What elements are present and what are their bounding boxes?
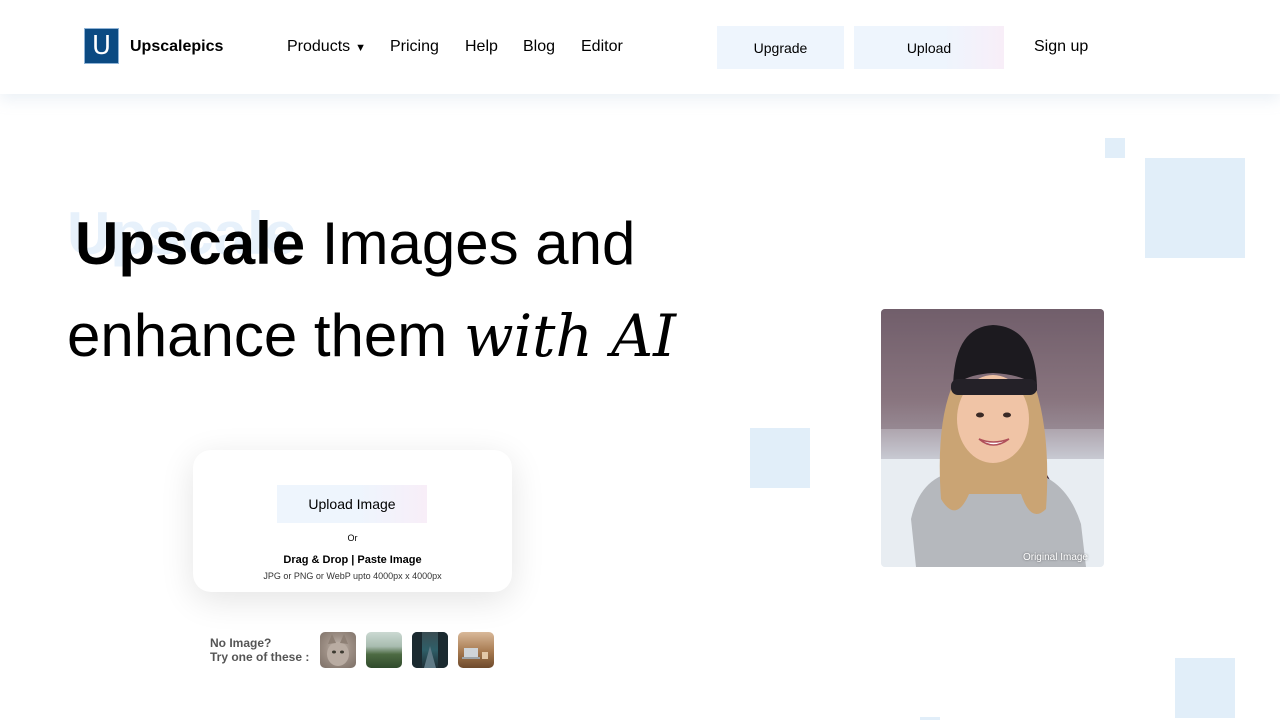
- hero-heading-line2: enhance them with AI: [67, 306, 676, 366]
- decor-square-large: [1145, 158, 1245, 258]
- original-image-caption: Original Image: [1022, 552, 1088, 563]
- nav-pricing[interactable]: Pricing: [390, 38, 439, 56]
- hero-script-text: with AI: [463, 302, 677, 370]
- nav-editor[interactable]: Editor: [581, 38, 623, 56]
- sample-thumb-street[interactable]: [412, 632, 448, 668]
- top-header: U Upscalepics Products ▼ Pricing Help Blo…: [0, 0, 1280, 94]
- nav-blog[interactable]: Blog: [523, 38, 555, 56]
- sample-thumb-cat[interactable]: [320, 632, 356, 668]
- decor-square-bottom: [1175, 658, 1235, 718]
- upload-button[interactable]: Upload: [854, 26, 1004, 69]
- upload-image-button[interactable]: Upload Image: [277, 485, 427, 523]
- hero-bold-word: Upscale Upscale: [67, 200, 306, 277]
- portrait-photo-icon: [881, 309, 1104, 567]
- street-thumbnail-icon: [412, 632, 448, 668]
- logo-letter: U: [91, 31, 112, 61]
- logo-icon[interactable]: U: [84, 28, 119, 64]
- hero-heading-line1: Upscale Upscale Images and: [67, 204, 635, 274]
- sample-label-line2: Try one of these :: [210, 650, 310, 664]
- decor-square-small: [1105, 138, 1125, 158]
- drag-drop-label: Drag & Drop | Paste Image: [283, 554, 422, 566]
- cat-thumbnail-icon: [327, 634, 349, 666]
- upload-card[interactable]: Upload Image Or Drag & Drop | Paste Imag…: [193, 450, 512, 592]
- sample-thumb-laptop[interactable]: [458, 632, 494, 668]
- decor-square-mid: [750, 428, 810, 488]
- nav-products[interactable]: Products ▼: [287, 38, 366, 56]
- file-format-hint: JPG or PNG or WebP upto 4000px x 4000px: [263, 571, 442, 581]
- laptop-thumbnail-icon: [462, 648, 488, 659]
- brand-name[interactable]: Upscalepics: [130, 38, 223, 56]
- upgrade-button[interactable]: Upgrade: [717, 26, 844, 69]
- sample-label-line1: No Image?: [210, 636, 272, 650]
- sample-images-label: No Image? Try one of these :: [210, 636, 309, 664]
- chevron-down-icon: ▼: [355, 42, 367, 54]
- original-image-preview: Original Image: [881, 309, 1104, 567]
- sign-up-link[interactable]: Sign up: [1034, 38, 1088, 56]
- nav-help[interactable]: Help: [465, 38, 498, 56]
- hero-line2-start: enhance them: [67, 302, 464, 369]
- or-separator: Or: [347, 533, 358, 543]
- sample-thumb-landscape[interactable]: [366, 632, 402, 668]
- nav-products-label: Products: [287, 38, 351, 55]
- hero-line1-rest: Images and: [305, 210, 636, 277]
